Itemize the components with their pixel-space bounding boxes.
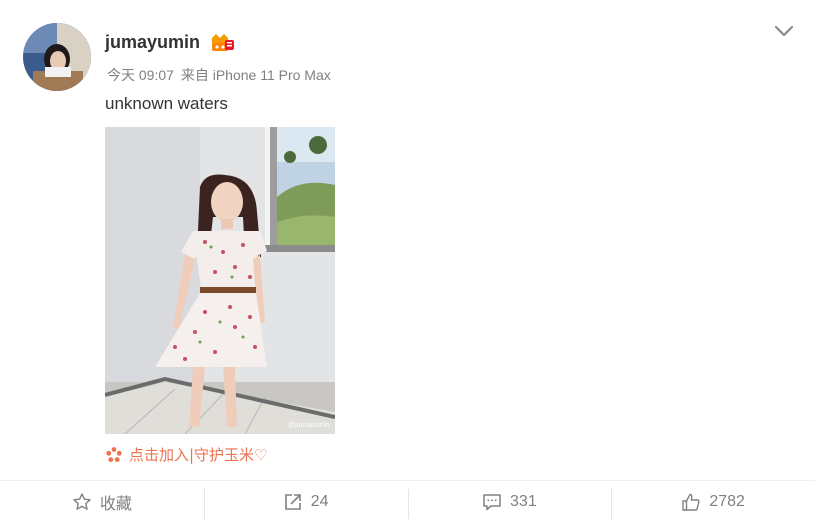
comment-button[interactable]: 331: [407, 481, 612, 522]
vip-badge-icon[interactable]: [210, 32, 234, 52]
share-icon: [284, 494, 301, 510]
star-icon: [73, 493, 91, 510]
comment-icon: [483, 494, 501, 511]
comment-count: 331: [510, 493, 537, 510]
promo-link[interactable]: 点击加入|守护玉米♡: [105, 444, 268, 465]
username-link[interactable]: jumayumin: [105, 32, 200, 53]
repost-button[interactable]: 24: [203, 481, 408, 522]
post-text: unknown waters: [105, 94, 228, 113]
photo-watermark: @jumayumin: [288, 422, 329, 429]
flower-icon: [106, 446, 122, 462]
favorite-button[interactable]: 收藏: [0, 481, 204, 522]
post-timestamp[interactable]: 今天 09:07: [107, 67, 174, 83]
post-source[interactable]: 来自 iPhone 11 Pro Max: [181, 67, 331, 83]
post-meta: 今天 09:07 来自 iPhone 11 Pro Max: [105, 65, 331, 85]
favorite-label: 收藏: [99, 496, 132, 513]
action-bar: 收藏 24 331 2782: [0, 480, 815, 522]
promo-text: 点击加入|守护玉米♡: [129, 446, 268, 464]
weibo-post-card: jumayumin 今天 09:07 来自 iPhone 11 Pro Max …: [0, 0, 815, 522]
post-photo[interactable]: @jumayumin: [105, 127, 335, 434]
thumbs-up-icon: [682, 493, 700, 511]
chevron-down-icon[interactable]: [773, 22, 795, 40]
like-button[interactable]: 2782: [611, 481, 815, 522]
avatar[interactable]: [23, 23, 91, 91]
repost-count: 24: [310, 493, 329, 510]
like-count: 2782: [709, 493, 745, 510]
